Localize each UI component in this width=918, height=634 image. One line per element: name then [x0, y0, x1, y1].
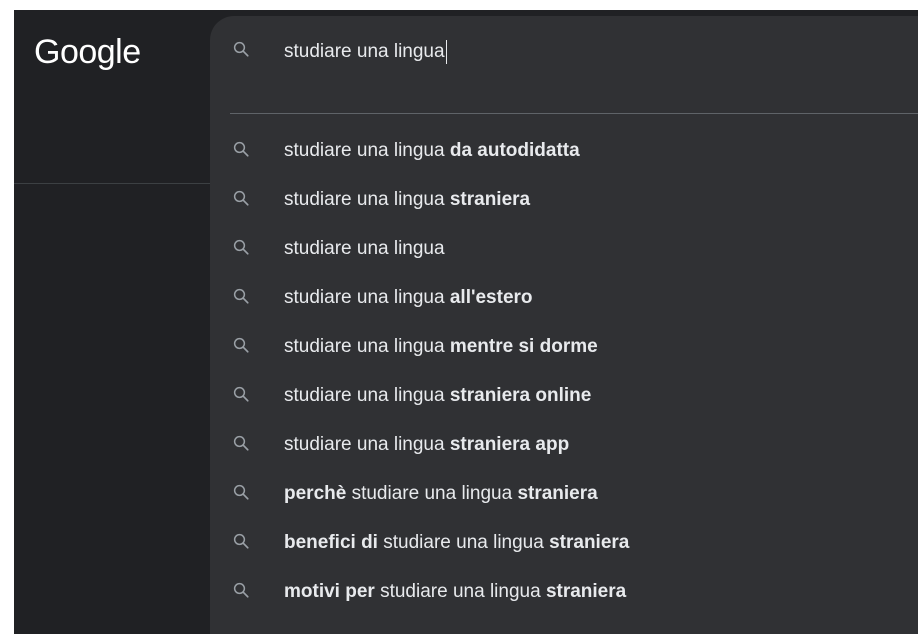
- suggestion-item[interactable]: studiare una lingua all'estero: [210, 273, 918, 322]
- suggestion-query-text: studiare una lingua: [346, 483, 518, 504]
- suggestion-item[interactable]: studiare una lingua mentre si dorme: [210, 322, 918, 371]
- suggestions-divider: [230, 113, 918, 114]
- suggestion-label: studiare una lingua straniera online: [284, 385, 591, 407]
- suggestion-label: studiare una lingua: [284, 238, 445, 260]
- suggestion-label: studiare una lingua straniera app: [284, 434, 569, 456]
- suggestion-item[interactable]: studiare una lingua straniera: [210, 175, 918, 224]
- suggestion-item[interactable]: studiare una lingua da autodidatta: [210, 126, 918, 175]
- search-icon: [232, 336, 250, 354]
- search-icon: [232, 140, 250, 158]
- suggestion-query-text: studiare una lingua: [284, 189, 450, 210]
- search-box[interactable]: studiare una lingua: [210, 16, 918, 98]
- search-icon: [232, 532, 250, 550]
- suggestion-query-text: studiare una lingua: [284, 434, 450, 455]
- suggestion-completion-text: all'estero: [449, 287, 533, 308]
- suggestion-completion-text: motivi per: [284, 581, 375, 602]
- search-icon: [232, 189, 250, 207]
- header-divider: [14, 183, 214, 184]
- suggestion-completion-text: mentre si dorme: [449, 336, 598, 357]
- search-icon: [232, 238, 250, 256]
- suggestion-completion-text: benefici di: [284, 532, 378, 553]
- suggestion-query-text: studiare una lingua: [377, 532, 550, 553]
- search-autocomplete-panel: studiare una lingua studiare una lingua …: [210, 16, 918, 634]
- suggestion-label: studiare una lingua da autodidatta: [284, 140, 580, 162]
- search-icon: [232, 40, 250, 58]
- text-caret: [445, 40, 447, 64]
- google-logo[interactable]: Google: [34, 32, 141, 72]
- suggestion-label: studiare una lingua all'estero: [284, 287, 533, 309]
- suggestion-item[interactable]: studiare una lingua straniera online: [210, 371, 918, 420]
- suggestions-list: studiare una lingua da autodidatta studia…: [210, 126, 918, 616]
- suggestion-label: benefici di studiare una lingua stranier…: [284, 532, 629, 554]
- search-query-text: studiare una lingua: [284, 41, 445, 62]
- search-input[interactable]: studiare una lingua: [284, 40, 447, 64]
- suggestion-query-text: studiare una lingua: [284, 140, 450, 161]
- suggestion-query-text: studiare una lingua: [284, 287, 450, 308]
- search-icon: [232, 581, 250, 599]
- suggestion-completion-text: straniera: [545, 581, 627, 602]
- suggestion-completion-text: straniera: [549, 532, 630, 553]
- suggestion-item[interactable]: motivi per studiare una lingua straniera: [210, 567, 918, 616]
- suggestion-item[interactable]: studiare una lingua: [210, 224, 918, 273]
- suggestion-completion-text: straniera online: [449, 385, 592, 406]
- suggestion-completion-text: perchè: [284, 483, 347, 504]
- suggestion-completion-text: straniera: [517, 483, 598, 504]
- suggestion-query-text: studiare una lingua: [284, 385, 450, 406]
- suggestion-query-text: studiare una lingua: [284, 238, 445, 259]
- suggestion-query-text: studiare una lingua: [284, 336, 450, 357]
- search-icon: [232, 287, 250, 305]
- suggestion-completion-text: straniera app: [449, 434, 570, 455]
- suggestion-label: studiare una lingua mentre si dorme: [284, 336, 598, 358]
- suggestion-completion-text: straniera: [449, 189, 531, 210]
- suggestion-label: motivi per studiare una lingua straniera: [284, 581, 626, 603]
- search-icon: [232, 385, 250, 403]
- suggestion-label: studiare una lingua straniera: [284, 189, 530, 211]
- suggestion-item[interactable]: perchè studiare una lingua straniera: [210, 469, 918, 518]
- results-page: Google studiare una lingua studiare una …: [14, 10, 918, 634]
- suggestion-completion-text: da autodidatta: [449, 140, 580, 161]
- suggestion-label: perchè studiare una lingua straniera: [284, 483, 598, 505]
- search-icon: [232, 434, 250, 452]
- search-icon: [232, 483, 250, 501]
- suggestion-item[interactable]: benefici di studiare una lingua stranier…: [210, 518, 918, 567]
- suggestion-query-text: studiare una lingua: [374, 581, 546, 602]
- suggestion-item[interactable]: studiare una lingua straniera app: [210, 420, 918, 469]
